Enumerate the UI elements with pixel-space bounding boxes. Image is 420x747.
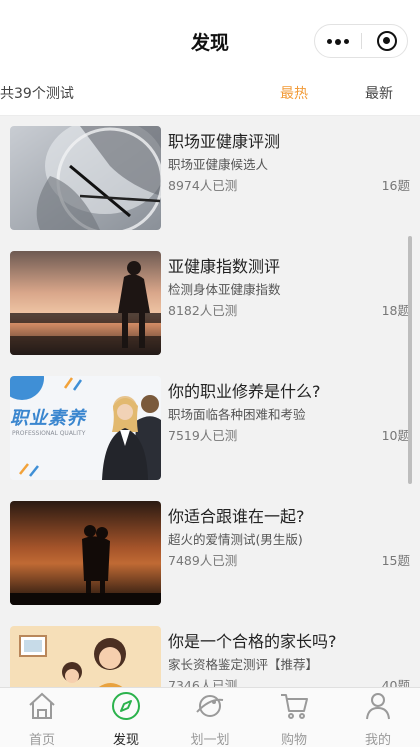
test-question-count: 16题 bbox=[381, 178, 410, 193]
sort-tab-newest[interactable]: 最新 bbox=[365, 83, 393, 103]
test-question-count: 10题 bbox=[381, 428, 410, 443]
capsule-divider bbox=[361, 33, 362, 49]
tab-mine[interactable]: 我的 bbox=[336, 688, 420, 747]
tab-label: 购物 bbox=[280, 733, 307, 747]
bottom-tab-bar: 首页 发现 划一划 购物 我的 bbox=[0, 687, 420, 747]
cart-icon bbox=[281, 694, 308, 719]
tab-swipe[interactable]: 划一划 bbox=[168, 688, 252, 747]
clock-image bbox=[10, 126, 161, 230]
tab-label: 我的 bbox=[364, 733, 391, 747]
tab-label: 发现 bbox=[112, 733, 139, 747]
miniprogram-capsule bbox=[314, 24, 408, 58]
parent-child-illustration bbox=[10, 626, 161, 687]
list-scrollbar[interactable] bbox=[408, 236, 412, 484]
sunset-silhouette-image bbox=[10, 251, 161, 355]
test-count: 共39个测试 bbox=[0, 86, 74, 102]
test-title: 你是一个合格的家长吗? bbox=[168, 632, 337, 651]
test-participants: 7489人已测 bbox=[168, 553, 238, 568]
compass-icon bbox=[112, 692, 140, 720]
tab-shopping[interactable]: 购物 bbox=[252, 688, 336, 747]
test-participants: 7519人已测 bbox=[168, 428, 238, 443]
home-icon bbox=[29, 692, 55, 719]
test-subtitle: 检测身体亚健康指数 bbox=[168, 282, 281, 297]
tab-label: 划一划 bbox=[190, 733, 230, 747]
more-dot-icon bbox=[327, 39, 332, 44]
test-subtitle: 职场面临各种困难和考验 bbox=[168, 407, 306, 422]
couple-silhouette-image bbox=[10, 501, 161, 605]
test-list-item[interactable]: 亚健康指数测评 检测身体亚健康指数 8182人已测 18题 bbox=[0, 241, 420, 366]
user-icon bbox=[366, 693, 390, 720]
test-thumbnail bbox=[10, 126, 161, 230]
thumbnail-subcaption: PROFESSIONAL QUALITY bbox=[12, 430, 86, 437]
test-thumbnail bbox=[10, 251, 161, 355]
sort-tab-hottest[interactable]: 最热 bbox=[280, 83, 308, 103]
close-miniprogram-icon[interactable] bbox=[377, 31, 397, 51]
test-list-item[interactable]: 你是一个合格的家长吗? 家长资格鉴定测评【推荐】 7346人已测 40题 bbox=[0, 616, 420, 687]
test-question-count: 40题 bbox=[381, 678, 410, 687]
test-subtitle: 超火的爱情测试(男生版) bbox=[168, 532, 303, 547]
test-subtitle: 家长资格鉴定测评【推荐】 bbox=[168, 657, 319, 672]
test-subtitle: 职场亚健康候选人 bbox=[168, 157, 269, 172]
test-title: 职场亚健康评测 bbox=[168, 132, 281, 151]
test-participants: 7346人已测 bbox=[168, 678, 238, 687]
tab-discover[interactable]: 发现 bbox=[84, 688, 168, 747]
more-menu-button[interactable] bbox=[315, 25, 361, 57]
thumbnail-caption: 职业素养 bbox=[10, 408, 86, 429]
more-dot-icon bbox=[344, 39, 349, 44]
tab-home[interactable]: 首页 bbox=[0, 688, 84, 747]
test-list: 职场亚健康评测 职场亚健康候选人 8974人已测 16题 亚健康指数测评 检测身… bbox=[0, 116, 420, 687]
navigation-bar: 发现 bbox=[0, 0, 420, 82]
test-thumbnail bbox=[10, 501, 161, 605]
test-title: 你的职业修养是什么? bbox=[168, 382, 321, 401]
filter-bar: 共39个测试 最热 最新 bbox=[0, 82, 420, 116]
test-participants: 8182人已测 bbox=[168, 303, 238, 318]
test-thumbnail: 职业素养 PROFESSIONAL QUALITY bbox=[10, 376, 161, 480]
test-list-item[interactable]: 职场亚健康评测 职场亚健康候选人 8974人已测 16题 bbox=[0, 116, 420, 241]
test-title: 亚健康指数测评 bbox=[168, 257, 281, 276]
test-question-count: 18题 bbox=[381, 303, 410, 318]
tab-label: 首页 bbox=[28, 733, 55, 747]
test-question-count: 15题 bbox=[381, 553, 410, 568]
planet-icon bbox=[196, 695, 224, 717]
test-participants: 8974人已测 bbox=[168, 178, 238, 193]
test-thumbnail bbox=[10, 626, 161, 687]
test-list-item[interactable]: 职业素养 PROFESSIONAL QUALITY 你的职业修养是什么? 职场面… bbox=[0, 366, 420, 491]
more-dot-icon bbox=[335, 38, 341, 45]
test-list-item[interactable]: 你适合跟谁在一起? 超火的爱情测试(男生版) 7489人已测 15题 bbox=[0, 491, 420, 616]
test-title: 你适合跟谁在一起? bbox=[168, 507, 305, 526]
